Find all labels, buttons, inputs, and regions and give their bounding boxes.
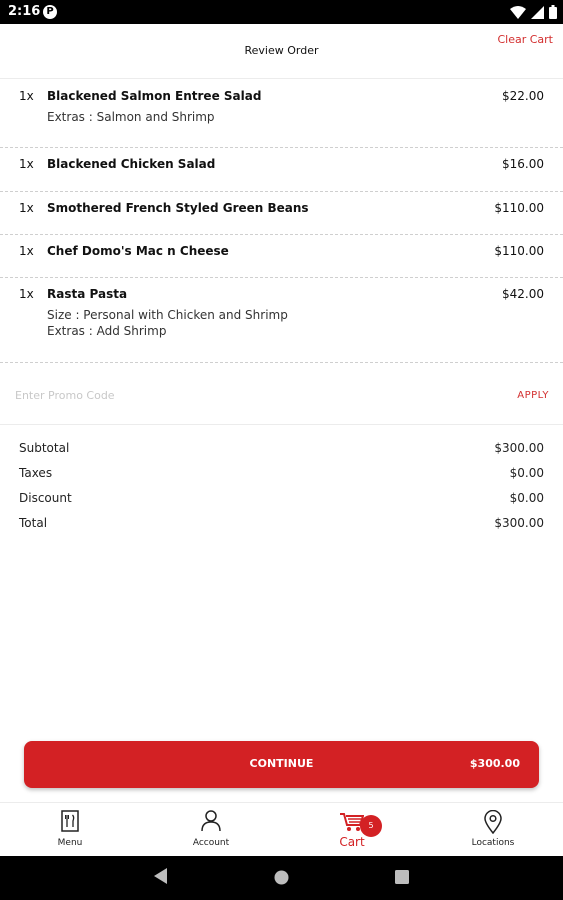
discount-row: Discount $0.00: [0, 488, 563, 513]
item-name: Rasta Pasta: [47, 287, 128, 301]
item-quantity: 1x: [19, 89, 34, 103]
item-quantity: 1x: [19, 244, 34, 258]
bottom-navigation: Menu Account 5 Cart Locations: [0, 802, 563, 856]
wifi-icon: [510, 5, 526, 19]
continue-amount: $300.00: [469, 757, 520, 770]
discount-value: $0.00: [509, 491, 544, 505]
item-quantity: 1x: [19, 157, 34, 171]
nav-item-locations[interactable]: Locations: [423, 803, 563, 857]
order-totals: Subtotal $300.00 Taxes $0.00 Discount $0…: [0, 438, 563, 538]
cart-count-badge: 5: [360, 815, 382, 837]
cart-item[interactable]: 1x Blackened Salmon Entree Salad $22.00 …: [0, 80, 563, 148]
nav-item-account[interactable]: Account: [141, 803, 281, 857]
signal-icon: [531, 5, 544, 19]
person-icon: [201, 810, 221, 832]
item-price: $42.00: [502, 287, 544, 301]
review-order-header: Review Order Clear Cart: [0, 24, 563, 79]
continue-label: CONTINUE: [249, 757, 314, 770]
continue-button[interactable]: CONTINUE $300.00: [24, 741, 539, 788]
item-quantity: 1x: [19, 201, 34, 215]
status-time: 2:16: [8, 4, 41, 19]
taxes-value: $0.00: [509, 466, 544, 480]
item-detail: Size : Personal with Chicken and Shrimp: [47, 308, 288, 322]
subtotal-row: Subtotal $300.00: [0, 438, 563, 463]
item-detail: Extras : Salmon and Shrimp: [47, 110, 215, 124]
home-icon[interactable]: [274, 870, 289, 885]
total-value: $300.00: [494, 516, 544, 530]
nav-item-menu[interactable]: Menu: [0, 803, 140, 857]
cart-item[interactable]: 1x Blackened Chicken Salad $16.00: [0, 148, 563, 192]
back-icon[interactable]: [154, 868, 168, 884]
nav-label-locations: Locations: [471, 838, 515, 848]
item-detail: Extras : Add Shrimp: [47, 324, 167, 338]
nav-label-account: Account: [192, 838, 230, 848]
taxes-label: Taxes: [19, 466, 53, 480]
p-icon: P: [43, 5, 57, 19]
item-name: Smothered French Styled Green Beans: [47, 201, 309, 215]
subtotal-label: Subtotal: [19, 441, 70, 455]
item-price: $22.00: [502, 89, 544, 103]
cart-item[interactable]: 1x Rasta Pasta $42.00 Size : Personal wi…: [0, 278, 563, 363]
menu-fork-knife-icon: [61, 810, 79, 832]
promo-code-row: Enter Promo Code APPLY: [0, 363, 563, 425]
cart-item[interactable]: 1x Chef Domo's Mac n Cheese $110.00: [0, 235, 563, 278]
cart-items-list: 1x Blackened Salmon Entree Salad $22.00 …: [0, 80, 563, 363]
item-price: $110.00: [494, 244, 544, 258]
status-bar: 2:16 P: [0, 0, 563, 24]
nav-item-cart[interactable]: 5 Cart: [282, 803, 422, 857]
location-pin-icon: [484, 810, 502, 834]
recents-icon[interactable]: [395, 870, 409, 884]
clear-cart-button[interactable]: Clear Cart: [497, 33, 553, 46]
system-icons: [510, 5, 557, 19]
total-label: Total: [19, 516, 48, 530]
nav-label-cart: Cart: [339, 835, 365, 849]
discount-label: Discount: [19, 491, 72, 505]
android-nav-bar: [0, 856, 563, 900]
item-price: $16.00: [502, 157, 544, 171]
promo-code-input[interactable]: Enter Promo Code: [15, 389, 115, 402]
item-quantity: 1x: [19, 287, 34, 301]
item-price: $110.00: [494, 201, 544, 215]
item-name: Blackened Chicken Salad: [47, 157, 216, 171]
subtotal-value: $300.00: [494, 441, 544, 455]
battery-icon: [549, 5, 557, 19]
item-name: Blackened Salmon Entree Salad: [47, 89, 262, 103]
cart-item[interactable]: 1x Smothered French Styled Green Beans $…: [0, 192, 563, 235]
apply-promo-button[interactable]: APPLY: [517, 390, 549, 401]
item-name: Chef Domo's Mac n Cheese: [47, 244, 229, 258]
taxes-row: Taxes $0.00: [0, 463, 563, 488]
total-row: Total $300.00: [0, 513, 563, 538]
page-title: Review Order: [244, 44, 319, 57]
nav-label-menu: Menu: [57, 838, 83, 848]
